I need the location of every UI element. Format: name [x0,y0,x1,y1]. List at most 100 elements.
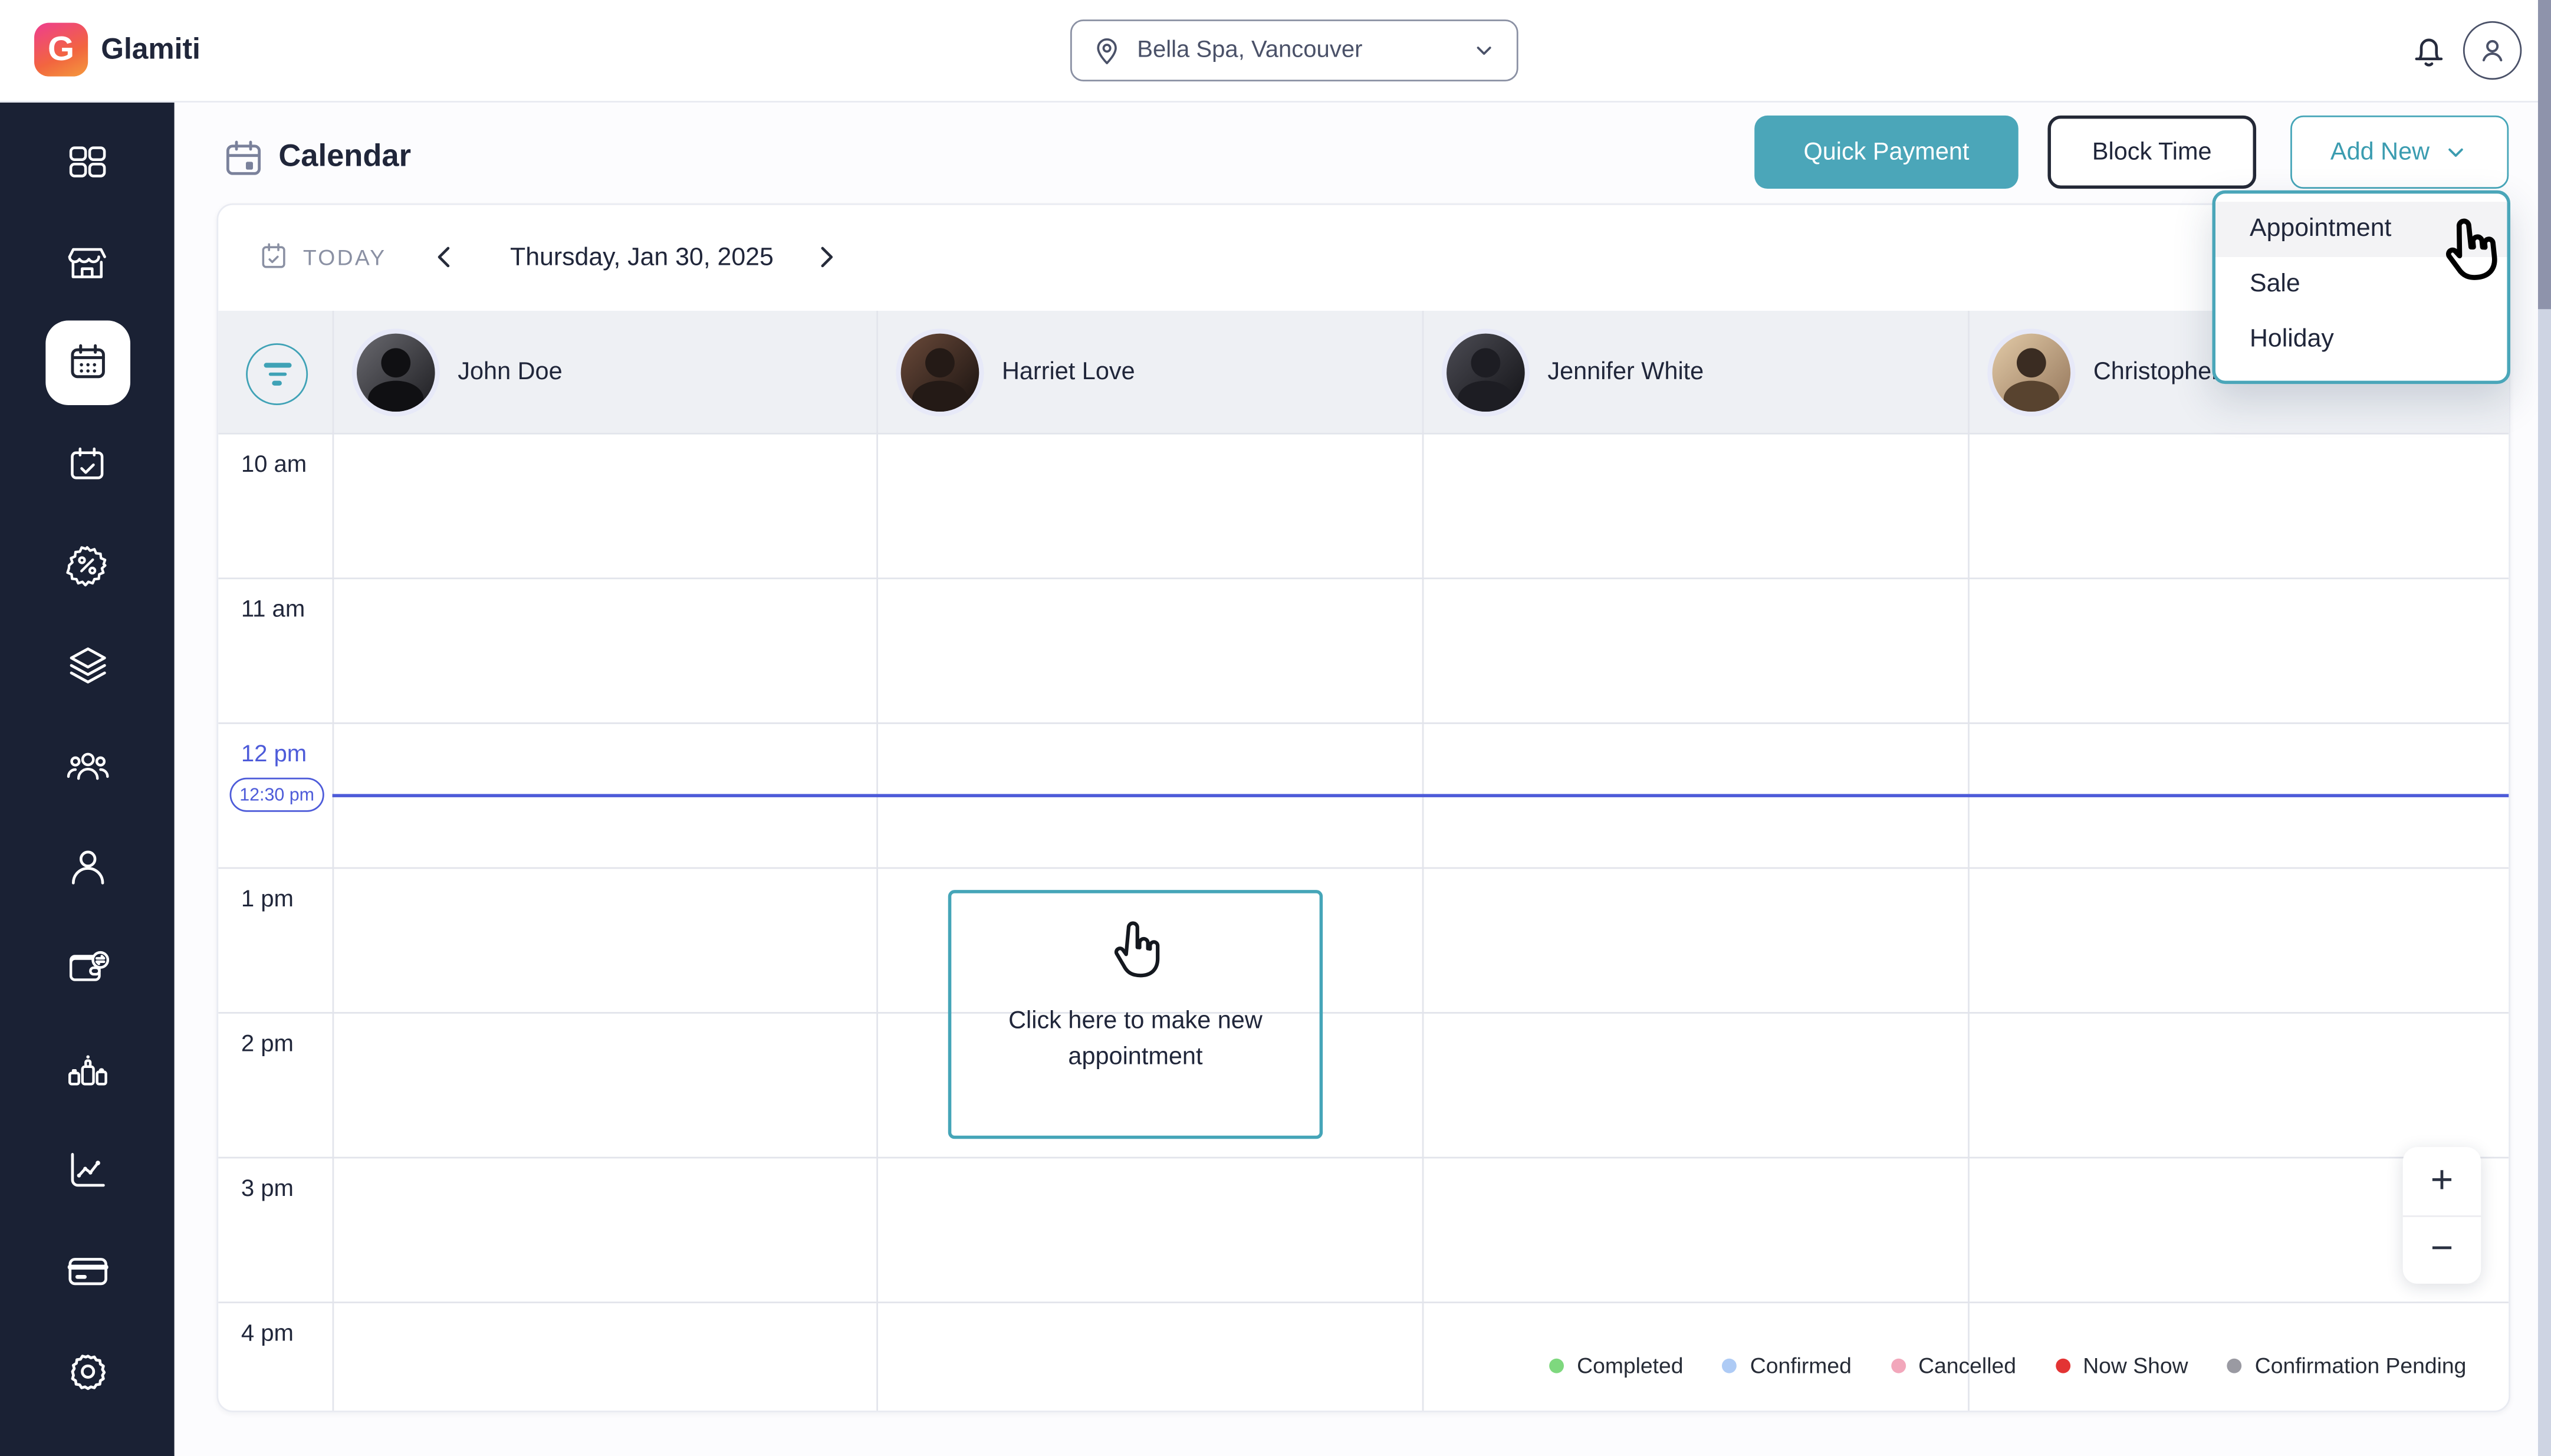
sidebar-item-team[interactable] [45,724,130,808]
current-time-badge: 12:30 pm [230,778,324,812]
brand-logo: G [34,23,88,77]
status-dot [1722,1359,1737,1373]
app-window: G Glamiti Bella Spa, Vancouver [0,0,2551,1456]
hour-line [218,1012,2509,1014]
today-label: TODAY [303,245,387,269]
sidebar-item-customers[interactable] [45,825,130,909]
sidebar-item-store[interactable] [45,219,130,304]
hour-line [218,722,2509,724]
sidebar-item-analytics[interactable] [45,1128,130,1212]
staff-name: Christopher [2093,358,2220,386]
legend-label: Confirmed [1750,1353,1852,1378]
sidebar-item-discounts[interactable] [45,522,130,607]
discount-icon [65,543,110,586]
main-content: Calendar Quick Payment Block Time Add Ne… [175,101,2551,1456]
sidebar-item-appointments[interactable] [45,422,130,506]
staff-name: Harriet Love [1002,358,1135,386]
hour-line [218,1301,2509,1303]
legend-label: Completed [1577,1353,1683,1378]
add-new-dropdown-menu: Appointment Sale Holiday [2212,190,2510,384]
location-pin-icon [1092,35,1122,65]
current-time-line [333,794,2510,797]
window-scrollbar[interactable] [2538,0,2551,1456]
dashboard-icon [65,139,110,183]
avatar [1993,333,2071,410]
user-icon [2473,31,2511,70]
new-appointment-hint-box[interactable]: Click here to make new appointment [948,890,1323,1139]
calendar-page-icon [222,137,266,180]
location-value: Bella Spa, Vancouver [1137,37,1471,63]
staff-column-header[interactable]: Harriet Love [876,311,1422,433]
legend-label: Confirmation Pending [2255,1353,2467,1378]
customer-icon [64,844,110,890]
hour-line [218,433,2509,435]
column-divider [1968,311,1970,1411]
quick-payment-button[interactable]: Quick Payment [1754,116,2019,189]
brand-name: Glamiti [101,32,200,67]
next-day-button[interactable] [801,233,850,282]
calendar-zoom-control: + − [2403,1147,2481,1284]
time-label-current: 12 pm [241,742,307,768]
location-chevron-down-icon [1471,37,1497,63]
sidebar-item-calendar[interactable] [45,321,130,405]
legend-item: Cancelled [1891,1353,2016,1378]
legend-label: Now Show [2083,1353,2188,1378]
legend-item: Now Show [2055,1353,2188,1378]
new-appointment-hint-text: Click here to make new appointment [972,1004,1298,1074]
column-divider [333,311,334,1411]
store-icon [65,240,110,284]
legend-item: Confirmed [1722,1353,1852,1378]
block-time-button[interactable]: Block Time [2047,116,2256,189]
add-new-label: Add New [2330,139,2430,166]
staff-name: John Doe [458,358,562,386]
time-label: 1 pm [241,887,294,913]
chevron-left-icon [429,241,461,273]
chevron-right-icon [810,241,842,273]
sidebar-item-settings[interactable] [45,1329,130,1414]
hand-pointer-icon [1101,919,1169,988]
sidebar-item-wallet[interactable] [45,926,130,1010]
user-menu-button[interactable] [2463,21,2522,80]
today-button[interactable]: TODAY [257,241,386,273]
avatar [1447,333,1525,410]
sidebar-item-payments[interactable] [45,1228,130,1313]
menu-item-holiday[interactable]: Holiday [2215,313,2507,368]
zoom-out-button[interactable]: − [2403,1216,2481,1283]
calendar-card: TODAY Thursday, Jan 30, 2025 John D [216,203,2510,1412]
add-new-button[interactable]: Add New [2290,116,2509,189]
previous-day-button[interactable] [420,233,469,282]
legend-item: Completed [1549,1353,1683,1378]
calendar-check-icon [65,442,110,485]
sidebar-item-dashboard[interactable] [45,119,130,203]
wallet-transfer-icon [64,945,110,991]
time-label: 4 pm [241,1321,294,1347]
hour-line [218,577,2509,579]
calendar-icon [64,340,110,386]
sidebar-nav [0,101,175,1456]
products-icon [64,1046,110,1092]
settings-icon [64,1349,110,1394]
staff-name: Jennifer White [1547,358,1704,386]
time-label: 11 am [241,597,305,623]
staff-column-header[interactable]: John Doe [333,311,877,433]
sidebar-item-products[interactable] [45,1027,130,1111]
team-icon [64,744,110,789]
mouse-cursor-icon [2428,213,2511,295]
location-select[interactable]: Bella Spa, Vancouver [1070,19,1518,81]
status-dot [1891,1359,1905,1373]
zoom-in-button[interactable]: + [2403,1147,2481,1216]
filter-icon [263,363,291,367]
chevron-down-icon [2444,140,2468,164]
time-label: 2 pm [241,1031,294,1057]
notifications-bell-icon[interactable] [2408,28,2450,73]
logo-letter: G [48,30,74,69]
sidebar-item-services[interactable] [45,623,130,708]
staff-column-header[interactable]: Jennifer White [1422,311,1968,433]
time-label: 3 pm [241,1176,294,1202]
column-divider [876,311,878,1411]
scrollbar-thumb[interactable] [2538,0,2551,309]
filter-button[interactable] [246,343,308,405]
current-date: Thursday, Jan 30, 2025 [463,244,821,274]
time-label: 10 am [241,452,307,478]
date-navigation-bar: TODAY Thursday, Jan 30, 2025 [218,205,2509,311]
